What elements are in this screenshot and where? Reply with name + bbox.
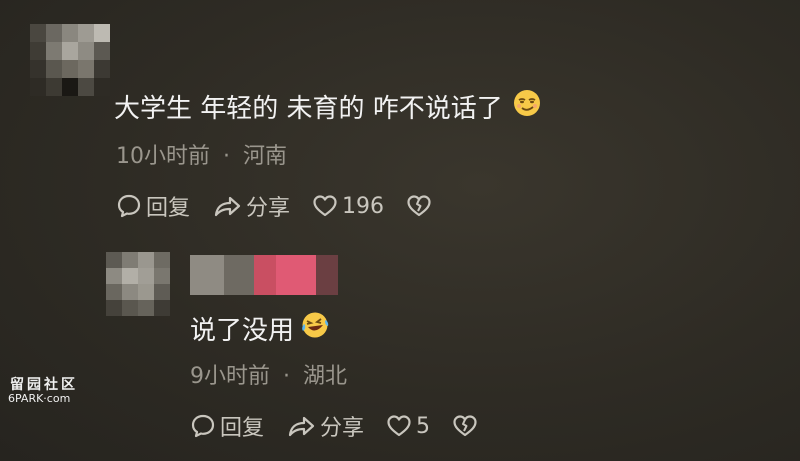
reply-button[interactable]: 回复 xyxy=(116,190,190,222)
reply-bubble-icon xyxy=(191,414,215,438)
broken-heart-icon xyxy=(453,415,477,437)
share-arrow-icon xyxy=(214,196,241,217)
reply-bubble-icon xyxy=(117,194,141,218)
dislike-button[interactable] xyxy=(452,414,482,438)
like-count: 5 xyxy=(416,413,431,439)
share-arrow-icon xyxy=(288,416,315,437)
reply-label: 回复 xyxy=(220,416,265,441)
comment-actions: 回复 分享 5 xyxy=(190,410,504,442)
smirk-emoji-icon xyxy=(513,89,541,124)
share-button[interactable]: 分享 xyxy=(286,410,364,442)
comment-meta: 10小时前 · 河南 xyxy=(116,138,287,170)
comment-body: 大学生 年轻的 未育的 咋不说话了 xyxy=(114,94,503,124)
broken-heart-icon xyxy=(407,195,431,217)
share-label: 分享 xyxy=(320,416,365,441)
comment-location: 湖北 xyxy=(303,364,348,389)
watermark-line2: 6PARK·com xyxy=(8,392,71,405)
user-avatar-pixelated[interactable] xyxy=(30,24,110,96)
dislike-button[interactable] xyxy=(406,194,436,218)
watermark-line1: 留园社区 xyxy=(10,377,78,393)
like-button[interactable]: 196 xyxy=(312,194,384,219)
laugh-cry-emoji-icon xyxy=(300,311,330,346)
comment-time: 9小时前 xyxy=(190,364,270,389)
heart-icon xyxy=(387,415,411,437)
comment-time: 10小时前 xyxy=(116,144,210,169)
heart-icon xyxy=(313,195,337,217)
meta-separator: · xyxy=(223,144,230,169)
comment-body: 说了没用 xyxy=(190,316,295,346)
like-count: 196 xyxy=(342,193,385,219)
comment-meta: 9小时前 · 湖北 xyxy=(190,358,347,390)
share-label: 分享 xyxy=(246,196,291,221)
meta-separator: · xyxy=(283,364,290,389)
comment-text: 大学生 年轻的 未育的 咋不说话了 xyxy=(114,88,541,125)
username-pixelated[interactable] xyxy=(190,255,338,295)
like-button[interactable]: 5 xyxy=(386,414,430,439)
user-avatar-pixelated[interactable] xyxy=(106,252,170,316)
share-button[interactable]: 分享 xyxy=(212,190,290,222)
comment-actions: 回复 分享 196 xyxy=(116,190,458,222)
reply-label: 回复 xyxy=(146,196,191,221)
comment-text: 说了没用 xyxy=(190,310,330,347)
comment-location: 河南 xyxy=(243,144,288,169)
reply-button[interactable]: 回复 xyxy=(190,410,264,442)
